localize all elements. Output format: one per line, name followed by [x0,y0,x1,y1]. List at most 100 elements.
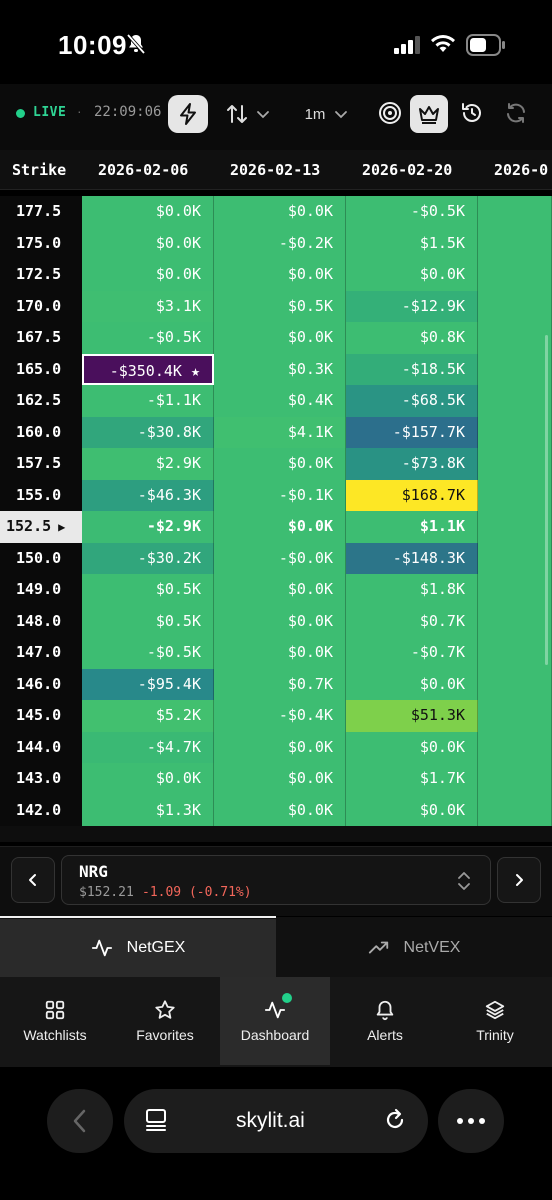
table-row[interactable]: 152.5 ▶ -$2.9K $0.0K $1.1K [0,511,552,543]
refresh-button[interactable] [500,96,532,130]
gex-cell[interactable]: $0.0K [214,511,346,543]
next-ticker-button[interactable] [497,857,541,903]
table-row[interactable]: 167.5 -$0.5K $0.0K $0.8K [0,322,552,354]
tab-netvex[interactable]: NetVEX [276,919,552,977]
history-button[interactable] [456,96,488,130]
gex-cell[interactable]: $1.8K [346,574,478,606]
table-row[interactable]: 142.0 $1.3K $0.0K $0.0K [0,794,552,826]
gex-cell[interactable] [478,385,552,417]
gex-cell[interactable]: $0.0K [214,763,346,795]
gex-cell[interactable]: $0.0K [346,259,478,291]
gex-cell[interactable]: -$0.2K [214,227,346,259]
table-row[interactable]: 157.5 $2.9K $0.0K -$73.8K [0,448,552,480]
reload-icon[interactable] [382,1106,408,1134]
gex-cell[interactable]: $1.7K [346,763,478,795]
gex-cell[interactable]: -$46.3K [82,479,214,511]
gex-cell[interactable]: $0.0K [214,637,346,669]
gex-cell[interactable] [478,668,552,700]
scrollbar-thumb[interactable] [545,335,548,665]
gex-cell[interactable] [478,574,552,606]
gex-cell[interactable]: -$95.4K [82,668,214,700]
table-row[interactable]: 145.0 $5.2K -$0.4K $51.3K [0,700,552,732]
gex-cell[interactable]: -$4.7K [82,731,214,763]
interval-dropdown[interactable]: 1m [300,98,354,130]
gex-cell[interactable]: -$0.1K [214,479,346,511]
ticker-selector[interactable]: NRG $152.21 -1.09 (-0.71%) [61,855,491,905]
gex-cell[interactable]: $1.5K [346,227,478,259]
gex-cell[interactable] [478,731,552,763]
sort-dropdown[interactable] [224,98,272,130]
gex-cell[interactable]: $0.0K [82,763,214,795]
gex-cell[interactable] [478,479,552,511]
gex-cell[interactable]: -$148.3K [346,542,478,574]
gex-cell[interactable]: $1.3K [82,794,214,826]
gex-cell[interactable]: $0.0K [214,574,346,606]
gex-cell[interactable]: $4.1K [214,416,346,448]
gex-cell[interactable]: -$12.9K [346,290,478,322]
gex-cell[interactable]: $3.1K [82,290,214,322]
gex-cell[interactable]: -$30.2K [82,542,214,574]
gex-cell[interactable] [478,448,552,480]
table-row[interactable]: 172.5 $0.0K $0.0K $0.0K [0,259,552,291]
table-row[interactable]: 149.0 $0.5K $0.0K $1.8K [0,574,552,606]
gex-cell[interactable]: $0.0K [346,794,478,826]
gex-cell[interactable]: $0.0K [214,448,346,480]
table-row[interactable]: 175.0 $0.0K -$0.2K $1.5K [0,227,552,259]
column-header-expiry[interactable]: 2026-02-06 [98,150,188,189]
gex-cell[interactable]: $0.0K [82,259,214,291]
gex-cell[interactable] [478,605,552,637]
column-header-expiry[interactable]: 2026-02-20 [362,150,452,189]
table-row[interactable]: 165.0 -$350.4K ★ $0.3K -$18.5K [0,353,552,385]
gex-cell[interactable]: $0.0K [214,196,346,228]
more-options-button[interactable] [438,1089,504,1153]
table-row[interactable]: 177.5 $0.0K $0.0K -$0.5K [0,196,552,228]
gex-cell[interactable]: $0.4K [214,385,346,417]
column-header-expiry[interactable]: 2026-0 [494,150,548,189]
table-row[interactable]: 155.0 -$46.3K -$0.1K $168.7K [0,479,552,511]
gex-cell[interactable]: -$68.5K [346,385,478,417]
gex-cell[interactable]: $51.3K [346,700,478,732]
gex-cell[interactable] [478,763,552,795]
gex-cell[interactable]: -$1.1K [82,385,214,417]
table-row[interactable]: 162.5 -$1.1K $0.4K -$68.5K [0,385,552,417]
gex-cell[interactable]: $0.3K [214,353,346,385]
gex-cell[interactable]: $2.9K [82,448,214,480]
gex-cell[interactable]: $0.0K [346,668,478,700]
gex-cell[interactable] [478,322,552,354]
gex-cell[interactable]: $1.1K [346,511,478,543]
table-row[interactable]: 150.0 -$30.2K -$0.0K -$148.3K [0,542,552,574]
table-row[interactable]: 160.0 -$30.8K $4.1K -$157.7K [0,416,552,448]
table-row[interactable]: 146.0 -$95.4K $0.7K $0.0K [0,668,552,700]
table-row[interactable]: 148.0 $0.5K $0.0K $0.7K [0,605,552,637]
gex-cell[interactable]: $0.5K [214,290,346,322]
nav-favorites[interactable]: Favorites [110,977,220,1065]
gex-cell[interactable] [478,259,552,291]
gex-cell[interactable]: $0.0K [214,794,346,826]
lightning-button[interactable] [168,95,208,133]
gex-cell[interactable] [478,416,552,448]
table-row[interactable]: 144.0 -$4.7K $0.0K $0.0K [0,731,552,763]
nav-dashboard[interactable]: Dashboard [220,977,330,1065]
gex-cell[interactable]: -$2.9K [82,511,214,543]
gex-cell[interactable] [478,542,552,574]
gex-cell[interactable] [478,290,552,322]
gex-cell[interactable]: -$73.8K [346,448,478,480]
gex-cell[interactable] [478,511,552,543]
gex-cell[interactable]: -$0.4K [214,700,346,732]
gex-cell[interactable]: $0.0K [214,259,346,291]
column-header-expiry[interactable]: 2026-02-13 [230,150,320,189]
nav-watchlists[interactable]: Watchlists [0,977,110,1065]
crown-button[interactable] [410,95,448,133]
target-button[interactable] [374,96,406,130]
gex-cell[interactable]: -$0.5K [82,637,214,669]
gex-cell[interactable]: -$0.7K [346,637,478,669]
gex-cell[interactable]: $0.7K [346,605,478,637]
gex-cell[interactable]: -$0.5K [346,196,478,228]
tab-netgex[interactable]: NetGEX [0,919,276,977]
gex-cell[interactable] [478,700,552,732]
gex-cell[interactable]: $0.0K [214,605,346,637]
gex-cell[interactable]: $0.0K [82,227,214,259]
gex-cell[interactable]: $0.0K [346,731,478,763]
browser-back-button[interactable] [47,1089,113,1153]
address-bar[interactable]: skylit.ai [124,1089,428,1153]
